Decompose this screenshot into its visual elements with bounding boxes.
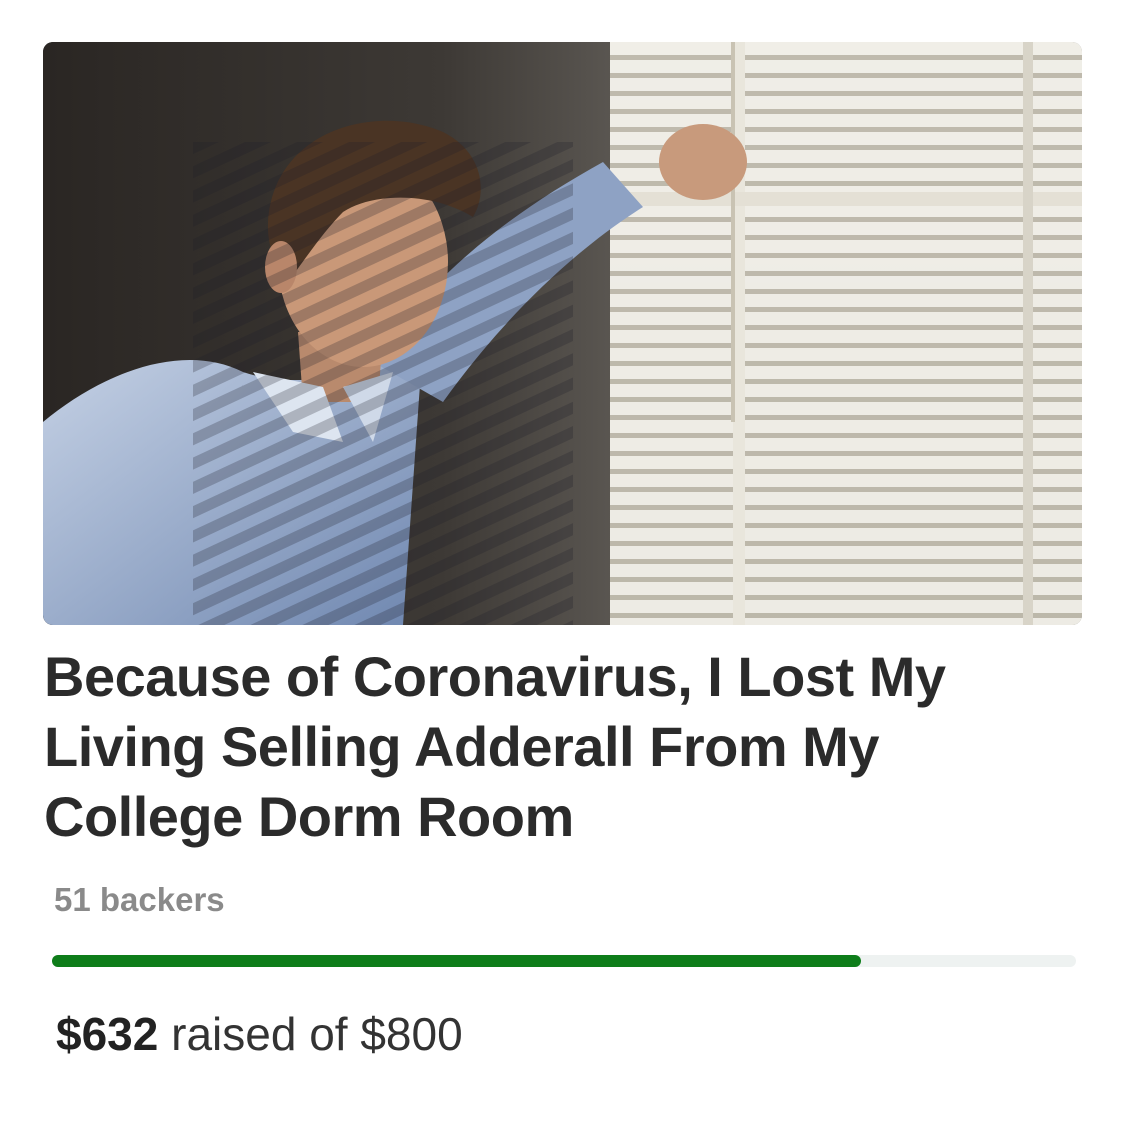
fundraiser-card[interactable]: Because of Coronavirus, I Lost My Living… <box>0 0 1125 1125</box>
raised-goal-text: raised of $800 <box>171 1008 463 1060</box>
funding-summary: $632 raised of $800 <box>56 1006 463 1062</box>
raised-amount: $632 <box>56 1008 159 1060</box>
backers-count: 51 backers <box>54 881 225 918</box>
hero-illustration <box>43 42 1082 625</box>
funding-progress-fill <box>52 955 861 967</box>
campaign-title[interactable]: Because of Coronavirus, I Lost My Living… <box>44 642 1044 852</box>
campaign-hero-image[interactable] <box>43 42 1082 625</box>
funding-progress-bar <box>52 955 1076 967</box>
